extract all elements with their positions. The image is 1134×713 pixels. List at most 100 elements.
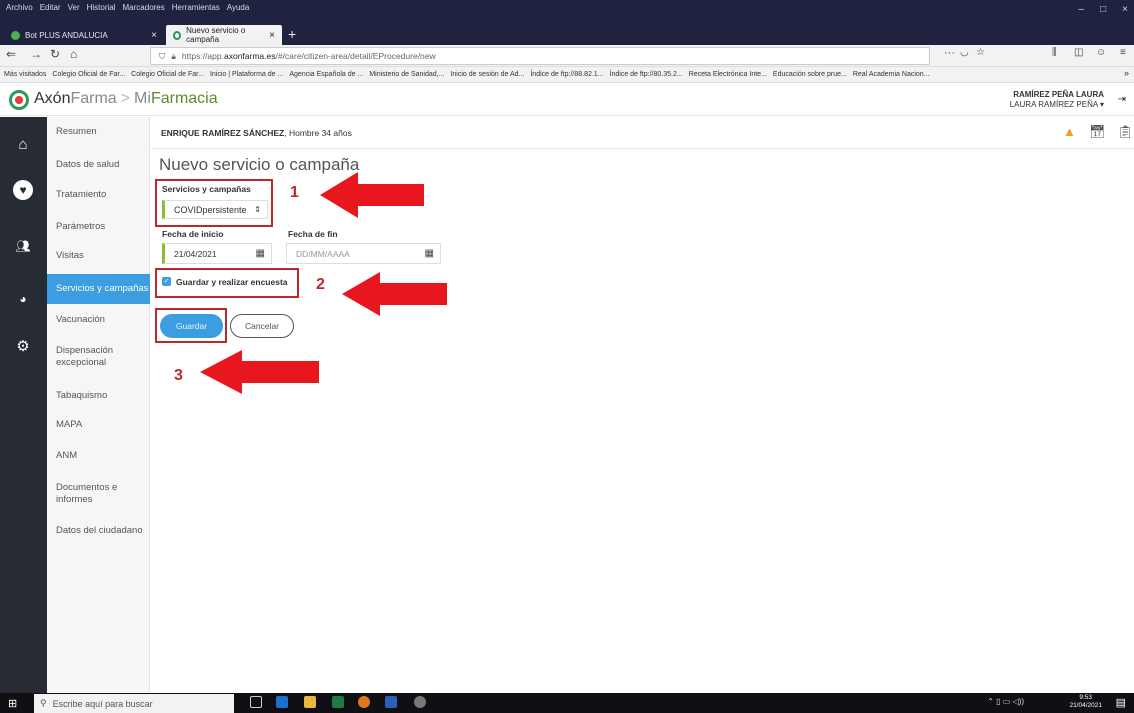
calendar-picker-icon[interactable]: ▦ xyxy=(256,248,265,259)
start-date-input[interactable]: 21/04/2021 ▦ xyxy=(162,243,272,264)
patient-info: , Hombre 34 años xyxy=(284,128,352,138)
excel-icon[interactable] xyxy=(332,696,344,708)
bookmark-item[interactable]: Inicio | Plataforma de ... xyxy=(210,71,283,78)
hamburger-menu-icon[interactable]: ≡ xyxy=(1120,47,1126,58)
menu-ayuda[interactable]: Ayuda xyxy=(227,3,250,12)
outlook-icon[interactable] xyxy=(276,696,288,708)
bookmark-star-icon[interactable]: ☆ xyxy=(976,47,985,58)
nav-resumen[interactable]: Resumen xyxy=(47,126,150,138)
nav-vacunacion[interactable]: Vacunación xyxy=(47,314,150,326)
bookmark-item[interactable]: Educación sobre prue... xyxy=(773,71,847,78)
task-view-icon[interactable] xyxy=(250,696,262,708)
tab-nuevo-servicio[interactable]: Nuevo servicio o campaña × xyxy=(166,25,282,45)
firefox-icon[interactable] xyxy=(358,696,370,708)
url-more-icon[interactable]: ··· xyxy=(944,47,955,59)
taskbar-search-placeholder: Escribe aquí para buscar xyxy=(52,698,153,709)
menu-archivo[interactable]: Archivo xyxy=(6,3,33,12)
lock-icon: 🔒︎ xyxy=(171,50,176,61)
bookmark-item[interactable]: Ministerio de Sanidad,... xyxy=(369,71,444,78)
back-icon[interactable]: ⇐ xyxy=(6,47,16,61)
clipboard-icon[interactable]: 📋︎ xyxy=(1117,124,1134,140)
window-controls: – □ × xyxy=(1079,4,1128,15)
calendar-icon[interactable]: 📅︎ xyxy=(1089,124,1106,140)
nav-parametros[interactable]: Parámetros xyxy=(47,221,150,233)
menu-editar[interactable]: Editar xyxy=(40,3,61,12)
minimize-icon[interactable]: – xyxy=(1079,4,1085,15)
tab-label: Bot PLUS ANDALUCIA xyxy=(25,30,108,40)
tab-close-icon[interactable]: × xyxy=(151,30,157,41)
bookmarks-bar: Más visitados Colegio Oficial de Far... … xyxy=(0,67,1134,83)
dashboard-icon[interactable]: ◕ xyxy=(13,289,33,309)
annotation-arrow-3 xyxy=(200,350,319,394)
bookmark-item[interactable]: Más visitados xyxy=(4,71,46,78)
brand-title[interactable]: AxónFarma > MiFarmacia xyxy=(34,90,218,108)
nav-visitas[interactable]: Visitas xyxy=(47,250,150,262)
nav-documentos[interactable]: Documentos e informes xyxy=(47,482,127,506)
logout-icon[interactable]: ⇥ xyxy=(1118,94,1126,105)
annotation-box-3 xyxy=(155,308,227,343)
home-nav-icon[interactable]: ⌂ xyxy=(13,135,33,155)
menu-marcadores[interactable]: Marcadores xyxy=(123,3,165,12)
pocket-icon[interactable]: ◡ xyxy=(960,47,969,58)
warning-icon[interactable]: ▲ xyxy=(1063,124,1076,139)
menu-historial[interactable]: Historial xyxy=(87,3,116,12)
nav-servicios-campanas[interactable]: Servicios y campañas xyxy=(47,274,150,304)
bookmark-item[interactable]: Índice de ftp://80.35.2... xyxy=(610,71,683,78)
start-date-label: Fecha de inicio xyxy=(162,229,224,239)
cancel-button[interactable]: Cancelar xyxy=(230,314,294,338)
bookmark-item[interactable]: Receta Electrónica Inte... xyxy=(689,71,767,78)
nav-datos-salud[interactable]: Datos de salud xyxy=(47,159,150,171)
system-tray-icons[interactable]: ⌃ ▯ ▭ ◁)) xyxy=(987,697,1024,706)
file-explorer-icon[interactable] xyxy=(304,696,316,708)
annotation-box-1 xyxy=(155,179,273,227)
new-tab-button[interactable]: + xyxy=(288,24,296,44)
taskbar-clock[interactable]: 9:53 21/04/2021 xyxy=(1069,694,1102,710)
bookmark-item[interactable]: Colegio Oficial de Far... xyxy=(131,71,204,78)
windows-start-icon[interactable]: ⊞ xyxy=(8,697,17,710)
bookmark-item[interactable]: Colegio Oficial de Far... xyxy=(52,71,125,78)
end-date-label: Fecha de fin xyxy=(288,229,338,239)
search-icon: ⚲ xyxy=(40,698,47,708)
nav-tratamiento[interactable]: Tratamiento xyxy=(47,189,150,201)
icon-sidebar: ⌂ ♥ 👥︎ ◕ ⚙ xyxy=(0,117,47,693)
sidebar-toggle-icon[interactable]: ◫ xyxy=(1074,47,1083,58)
axon-favicon-icon xyxy=(173,30,182,40)
notifications-icon[interactable]: ▤ xyxy=(1116,696,1126,709)
menu-herramientas[interactable]: Herramientas xyxy=(172,3,220,12)
gear-icon[interactable]: ⚙ xyxy=(13,337,33,357)
tab-botplus[interactable]: Bot PLUS ANDALUCIA × xyxy=(4,25,164,45)
library-icon[interactable]: ⫼ xyxy=(1052,47,1057,58)
nav-mapa[interactable]: MAPA xyxy=(47,419,150,431)
bookmarks-overflow-icon[interactable]: » xyxy=(1124,68,1129,78)
tab-strip: Bot PLUS ANDALUCIA × Nuevo servicio o ca… xyxy=(0,24,1134,45)
maximize-icon[interactable]: □ xyxy=(1100,4,1106,15)
forward-icon[interactable]: → xyxy=(30,47,42,61)
nav-datos-ciudadano[interactable]: Datos del ciudadano xyxy=(47,525,150,537)
calendar-picker-icon[interactable]: ▦ xyxy=(425,248,434,259)
close-window-icon[interactable]: × xyxy=(1122,4,1128,15)
end-date-placeholder: DD/MM/AAAA xyxy=(296,248,350,259)
bookmark-item[interactable]: Agencia Española de ... xyxy=(289,71,363,78)
reload-icon[interactable]: ↻ xyxy=(50,47,60,61)
bookmark-item[interactable]: Real Academia Nacion... xyxy=(853,71,930,78)
user-menu[interactable]: RAMÍREZ PEÑA LAURA LAURA RAMÍREZ PEÑA ▾ xyxy=(1010,90,1104,110)
heart-icon[interactable]: ♥ xyxy=(13,180,33,200)
nav-anm[interactable]: ANM xyxy=(47,450,150,462)
users-icon[interactable]: 👥︎ xyxy=(13,236,33,256)
home-icon[interactable]: ⌂ xyxy=(70,47,77,61)
menu-ver[interactable]: Ver xyxy=(68,3,80,12)
account-icon[interactable]: ☺ xyxy=(1096,47,1106,58)
word-icon[interactable] xyxy=(385,696,397,708)
tab-close-icon[interactable]: × xyxy=(269,30,275,41)
app-icon[interactable] xyxy=(414,696,426,708)
end-date-input[interactable]: DD/MM/AAAA ▦ xyxy=(286,243,441,264)
user-name: RAMÍREZ PEÑA LAURA xyxy=(1013,90,1104,99)
bookmark-item[interactable]: Índice de ftp://88.82.1... xyxy=(530,71,603,78)
nav-dispensacion[interactable]: Dispensación excepcional xyxy=(47,345,127,369)
nav-tabaquismo[interactable]: Tabaquismo xyxy=(47,390,150,402)
clock-time: 9:53 xyxy=(1079,694,1093,701)
bookmark-item[interactable]: Inicio de sesión de Ad... xyxy=(450,71,524,78)
url-bar[interactable]: ⛉ 🔒︎ https://app.axonfarma.es/#/care/cit… xyxy=(150,47,930,65)
taskbar-search[interactable]: ⚲ Escribe aquí para buscar xyxy=(34,694,234,713)
user-sub: LAURA RAMÍREZ PEÑA ▾ xyxy=(1009,100,1104,109)
